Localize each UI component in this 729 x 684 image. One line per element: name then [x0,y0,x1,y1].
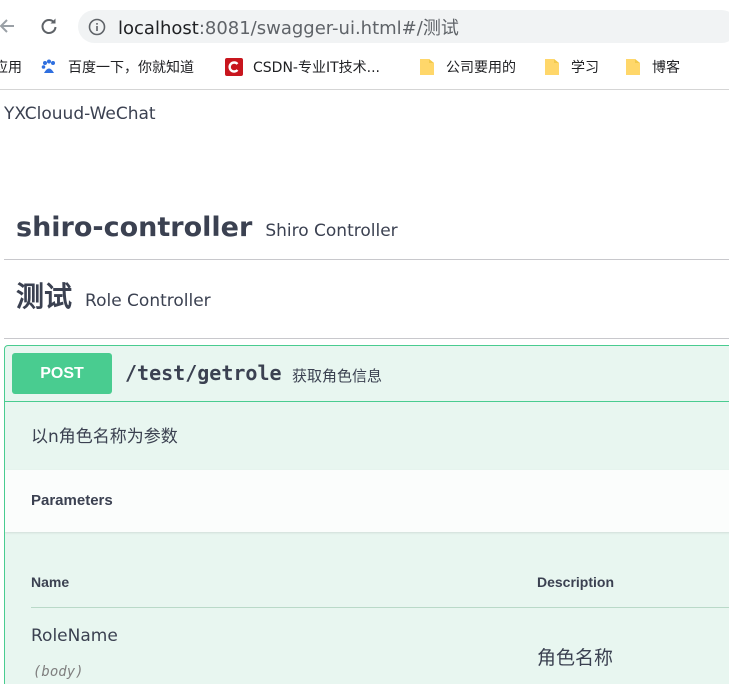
operation-summary-text: 获取角色信息 [292,367,383,385]
url-host: localhost [118,17,199,39]
operation-block-post: POST /test/getrole 获取角色信息 以n角色名称为参数 Para… [4,345,729,684]
parameters-title: Parameters [31,492,113,509]
bookmark-baidu[interactable]: 百度一下，你就知道 [40,52,194,82]
tag-name: shiro-controller [16,212,253,243]
info-icon[interactable] [88,18,106,36]
back-button[interactable] [0,14,20,38]
app-title: YXClouud-WeChat [4,104,156,124]
folder-icon [624,58,642,76]
method-badge: POST [12,353,112,394]
folder-icon [418,58,436,76]
bookmark-label: 公司要用的 [446,60,516,76]
csdn-icon [225,58,243,76]
url-text[interactable]: localhost:8081/swagger-ui.html#/测试 [118,14,459,40]
header-divider [31,607,729,608]
folder-icon [543,58,561,76]
bookmark-folder-study[interactable]: 学习 [543,52,599,82]
column-header-description: Description [537,574,615,590]
bookmark-csdn[interactable]: CSDN-专业IT技术... [225,52,380,82]
bookmark-folder-blog[interactable]: 博客 [624,52,680,82]
url-path: :8081/swagger-ui.html#/测试 [198,17,459,39]
operation-description: 以n角色名称为参数 [31,427,178,447]
bookmark-label: 学习 [571,60,599,76]
bookmark-apps[interactable]: 应用 [0,52,22,82]
param-name: RoleName [31,626,118,646]
swagger-page: YXClouud-WeChat shiro-controller Shiro C… [0,90,729,684]
bookmark-folder-company[interactable]: 公司要用的 [418,52,516,82]
operation-path: /test/getrole [125,361,282,385]
bookmarks-bar: 应用 百度一下，你就知道 CSDN-专业IT技术... 公司要用的 学习 博客 [0,52,729,90]
tag-name: 测试 [16,280,73,313]
param-description: 角色名称 [537,647,614,669]
reload-button[interactable] [37,14,61,38]
bookmark-label: 应用 [0,60,22,76]
param-location: (body) [33,664,84,680]
bookmark-label: 博客 [652,60,680,76]
address-bar[interactable]: localhost:8081/swagger-ui.html#/测试 [78,10,729,43]
bookmark-label: 百度一下，你就知道 [68,60,194,76]
reload-icon [41,18,57,34]
browser-toolbar: localhost:8081/swagger-ui.html#/测试 [0,0,729,52]
operation-summary[interactable]: POST /test/getrole 获取角色信息 [5,346,729,402]
baidu-paw-icon [40,58,58,76]
tag-description: Role Controller [85,291,211,311]
column-header-name: Name [31,574,70,590]
tag-section-shiro[interactable]: shiro-controller Shiro Controller [4,198,729,260]
arrow-left-icon [0,19,14,33]
parameters-header: Parameters [5,470,729,532]
tag-section-test[interactable]: 测试 Role Controller [4,275,729,339]
bookmark-label: CSDN-专业IT技术... [253,60,380,76]
tag-description: Shiro Controller [265,221,398,241]
